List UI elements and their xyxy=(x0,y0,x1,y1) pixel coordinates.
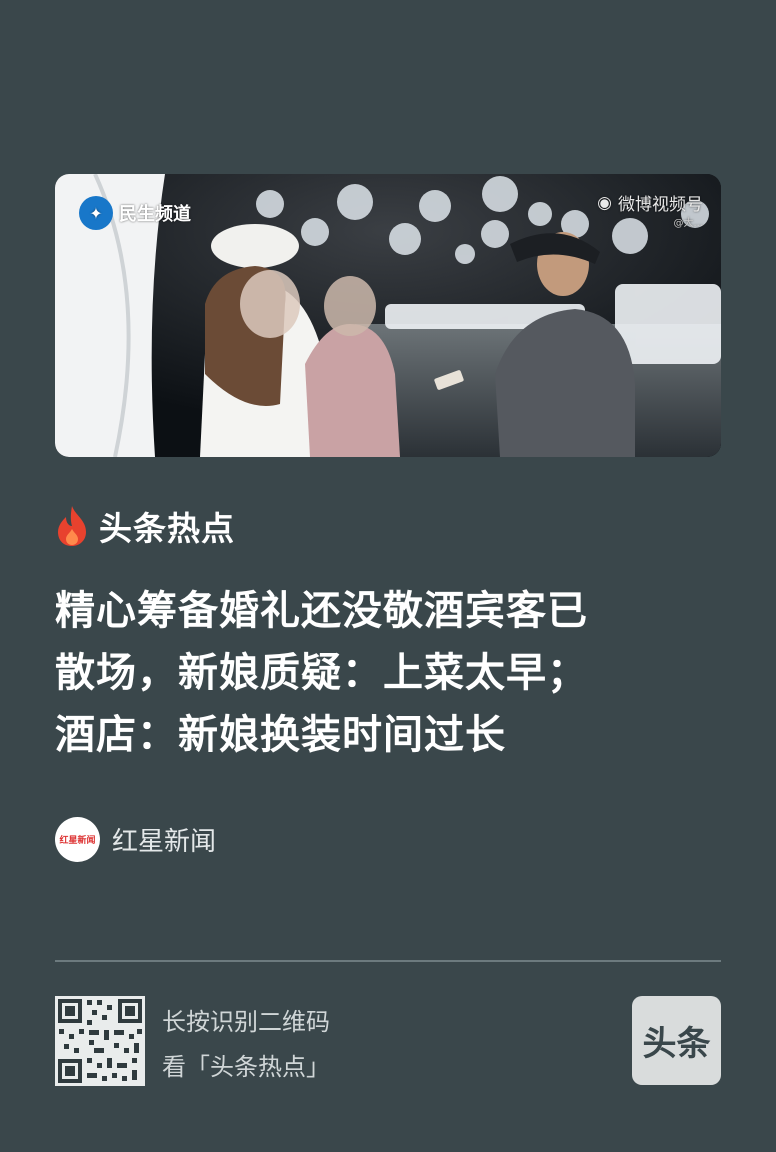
qr-instruction-line: 看「头条热点」 xyxy=(162,1053,330,1081)
qr-instructions: 长按识别二维码 看「头条热点」 xyxy=(162,1000,330,1090)
section-tag: 头条热点 xyxy=(55,503,235,549)
source-name: 红星新闻 xyxy=(112,826,217,857)
headline-line: 酒店：新娘换装时间过长 xyxy=(55,712,506,758)
fire-icon xyxy=(58,506,86,546)
weibo-video-watermark: ◉ 微博视频号 @大... xyxy=(597,190,703,230)
weibo-icon: ◉ xyxy=(597,192,612,213)
channel-logo-icon: ✦ xyxy=(79,196,113,230)
qr-instruction-line: 长按识别二维码 xyxy=(162,1008,330,1036)
hero-image[interactable]: ✦ 民生频道 ◉ 微博视频号 @大... xyxy=(55,174,721,457)
toutiao-logo-text: 头条 xyxy=(642,1024,711,1064)
headline-line: 精心筹备婚礼还没敬酒宾客已 xyxy=(55,588,588,634)
qr-code-icon[interactable] xyxy=(55,996,145,1086)
headline-line: 散场，新娘质疑：上菜太早； xyxy=(55,650,588,696)
headline[interactable]: 精心筹备婚礼还没敬酒宾客已 散场，新娘质疑：上菜太早； 酒店：新娘换装时间过长 xyxy=(55,580,735,766)
channel-watermark: ✦ 民生频道 xyxy=(79,196,191,230)
section-label: 头条热点 xyxy=(99,509,235,548)
source-avatar: 红星新闻 xyxy=(55,816,100,862)
divider xyxy=(55,960,721,962)
weibo-handle: @大... xyxy=(673,218,703,229)
source-avatar-logo: 红星新闻 xyxy=(59,835,96,846)
source-row[interactable]: 红星新闻 红星新闻 xyxy=(55,816,216,862)
toutiao-logo[interactable]: 头条 xyxy=(632,996,721,1085)
channel-watermark-text: 民生频道 xyxy=(119,204,191,225)
weibo-video-text: 微博视频号 xyxy=(618,195,703,215)
